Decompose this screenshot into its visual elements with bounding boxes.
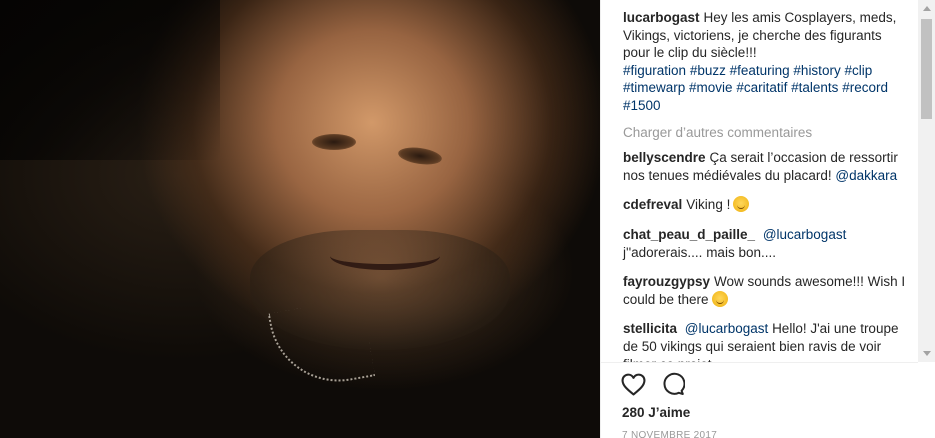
hashtag[interactable]: #figuration: [623, 63, 686, 78]
smiling-face-emoji-icon: [733, 196, 750, 213]
post-date: 7 NOVEMBRE 2017: [622, 430, 718, 438]
load-more-comments-link[interactable]: Charger d’autres commentaires: [623, 124, 912, 142]
hashtag[interactable]: #1500: [623, 98, 661, 113]
comment-username[interactable]: stellicita: [623, 321, 677, 336]
comment-text: Viking !: [686, 197, 731, 213]
photo-mouth: [330, 242, 440, 270]
comments-scrollbar[interactable]: [918, 0, 935, 362]
actions-divider: [600, 362, 918, 363]
comment-mention[interactable]: @lucarbogast: [763, 227, 847, 242]
comment-button[interactable]: [660, 371, 686, 397]
comment-item: fayrouzgypsy Wow sounds awesome!!! Wish I…: [623, 273, 912, 308]
comment-username[interactable]: bellyscendre: [623, 150, 706, 165]
hashtag[interactable]: #caritatif: [736, 80, 787, 95]
hashtag[interactable]: #featuring: [730, 63, 790, 78]
post-photo[interactable]: [0, 0, 600, 438]
smiling-face-emoji-icon: [711, 290, 728, 307]
post-actions: [620, 370, 686, 398]
hashtag[interactable]: #timewarp: [623, 80, 685, 95]
hashtag[interactable]: #clip: [844, 63, 872, 78]
comment-username[interactable]: chat_peau_d_paille_: [623, 227, 755, 242]
comment-item: bellyscendre Ça serait l’occasion de ress…: [623, 149, 912, 184]
likes-count[interactable]: 280 J’aime: [622, 405, 690, 420]
photo-shadow: [0, 0, 220, 160]
hashtag[interactable]: #talents: [791, 80, 838, 95]
comment-item: chat_peau_d_paille_ @lucarbogast j''ador…: [623, 226, 912, 261]
scroll-up-arrow-icon[interactable]: [918, 0, 935, 17]
comment-text: j''adorerais.... mais bon....: [623, 244, 776, 260]
hashtag[interactable]: #movie: [689, 80, 733, 95]
comment-mention[interactable]: @dakkara: [835, 168, 897, 183]
heart-icon: [621, 373, 645, 395]
comment-bubble-icon: [663, 372, 685, 395]
caption-username[interactable]: lucarbogast: [623, 10, 700, 25]
photo-necklace: [267, 297, 376, 393]
caption: lucarbogast Hey les amis Cosplayers, meds…: [623, 9, 912, 115]
comment-mention[interactable]: @lucarbogast: [685, 321, 769, 336]
scroll-down-arrow-icon[interactable]: [918, 345, 935, 362]
comment-item: stellicita @lucarbogast Hello! J'ai une …: [623, 320, 912, 362]
hashtag[interactable]: #record: [842, 80, 888, 95]
scrollbar-thumb[interactable]: [921, 19, 932, 119]
comments-list[interactable]: lucarbogast Hey les amis Cosplayers, meds…: [601, 0, 935, 362]
like-button[interactable]: [620, 371, 646, 397]
hashtag[interactable]: #history: [793, 63, 840, 78]
comment-item: cdefreval Viking !: [623, 196, 912, 214]
photo-eye-left: [312, 134, 356, 150]
comment-username[interactable]: cdefreval: [623, 197, 682, 212]
comment-username[interactable]: fayrouzgypsy: [623, 274, 710, 289]
photo-eye-right: [397, 145, 443, 167]
hashtag[interactable]: #buzz: [690, 63, 726, 78]
